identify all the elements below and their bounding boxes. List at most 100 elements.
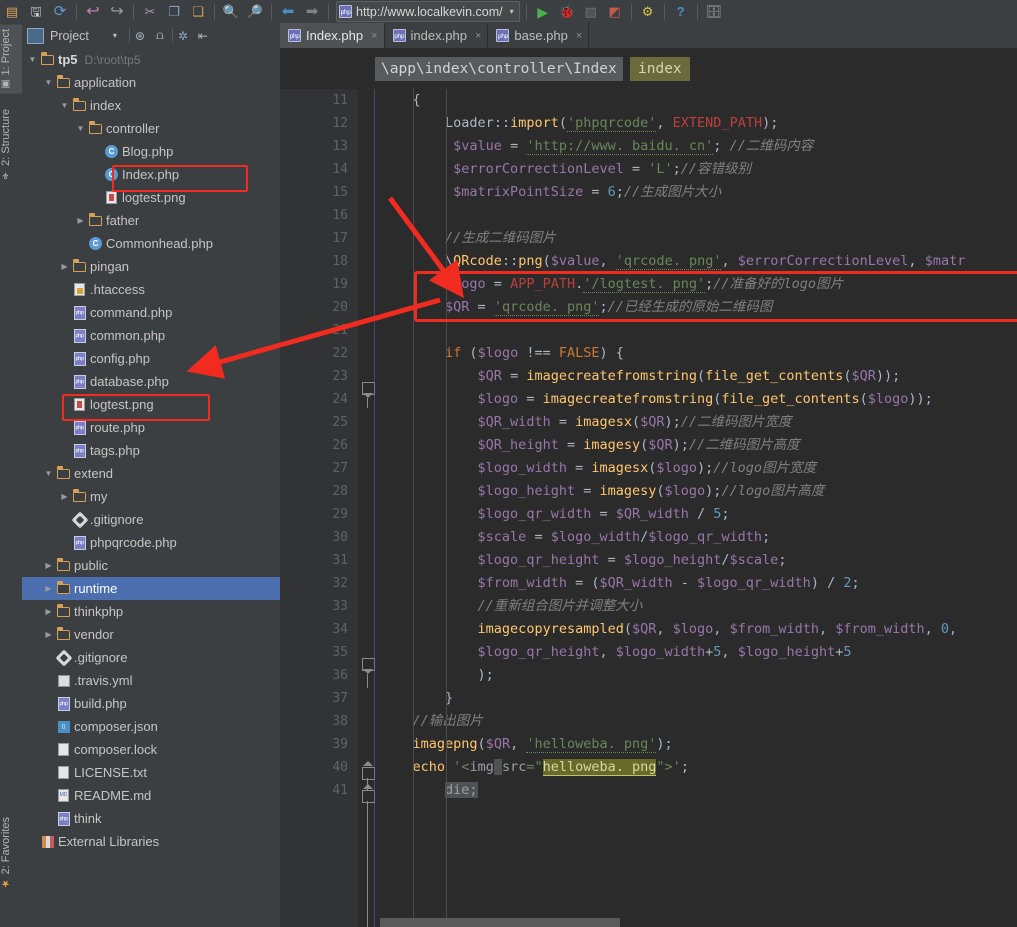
sync-refresh-icon[interactable]: ⟳ (49, 2, 71, 22)
tree-item-htaccess[interactable]: .htaccess (22, 278, 280, 301)
tree-item-command-php[interactable]: php command.php (22, 301, 280, 324)
close-icon[interactable]: × (472, 30, 481, 42)
tree-item-controller[interactable]: ▼ controller (22, 117, 280, 140)
tree-twisty[interactable]: ▶ (42, 630, 55, 639)
sidebar-item-project[interactable]: ▣ 1: Project (0, 25, 22, 94)
gear-icon[interactable]: ⚙ (637, 2, 659, 22)
save-all-icon[interactable]: 🖫 (25, 2, 47, 22)
tree-item-runtime[interactable]: ▶ runtime (22, 577, 280, 600)
sidebar-item-structure[interactable]: ⚘ 2: Structure (0, 105, 22, 184)
tree-item-blog-php[interactable]: C Blog.php (22, 140, 280, 163)
tree-twisty[interactable]: ▶ (58, 262, 71, 271)
tree-item-pingan[interactable]: ▶ pingan (22, 255, 280, 278)
tree-twisty[interactable]: ▶ (42, 607, 55, 616)
tree-item-phpqrcode-php[interactable]: php phpqrcode.php (22, 531, 280, 554)
code-lines[interactable]: { Loader::import('phpqrcode', EXTEND_PAT… (380, 89, 1017, 927)
tree-item-build-php[interactable]: php build.php (22, 692, 280, 715)
tab-label: Index.php (306, 28, 364, 43)
debug-button[interactable]: 🐞 (556, 2, 578, 22)
tree-twisty[interactable]: ▶ (42, 561, 55, 570)
profile-button[interactable]: ◩ (604, 2, 626, 22)
tree-item-external-libraries[interactable]: External Libraries (22, 830, 280, 853)
paste-icon[interactable]: ❏ (187, 2, 209, 22)
tree-twisty[interactable]: ▼ (42, 469, 55, 478)
tree-item-route-php[interactable]: php route.php (22, 416, 280, 439)
tree-twisty[interactable]: ▼ (42, 78, 55, 87)
tree-item-composer-json[interactable]: {} composer.json (22, 715, 280, 738)
line-number-31: 31 (332, 553, 348, 568)
open-folder-icon[interactable]: ▤ (1, 2, 23, 22)
redo-icon[interactable]: ↪ (106, 2, 128, 22)
tree-item-logtest-png[interactable]: logtest.png (22, 393, 280, 416)
chevron-down-icon[interactable]: ▾ (507, 7, 517, 16)
close-icon[interactable]: × (368, 30, 377, 42)
line-number-23: 23 (332, 369, 348, 384)
project-tree[interactable]: ▼ tp5 D:\root\tp5 ▼ application ▼ index ▼ contro… (22, 48, 280, 927)
tree-item-tp5[interactable]: ▼ tp5 D:\root\tp5 (22, 48, 280, 71)
tree-twisty[interactable]: ▶ (42, 584, 55, 593)
code-folding-column[interactable] (358, 89, 380, 927)
scrollbar-thumb[interactable] (380, 918, 620, 927)
tree-twisty[interactable]: ▶ (58, 492, 71, 501)
tab-index-php-upper[interactable]: php Index.php × (280, 23, 385, 48)
tree-item-config-php[interactable]: php config.php (22, 347, 280, 370)
tab-label: base.php (514, 28, 568, 43)
tree-twisty[interactable]: ▶ (74, 216, 87, 225)
tree-item-commonhead-php[interactable]: C Commonhead.php (22, 232, 280, 255)
tree-item-vendor[interactable]: ▶ vendor (22, 623, 280, 646)
tree-item-index[interactable]: ▼ index (22, 94, 280, 117)
tree-item-composer-lock[interactable]: composer.lock (22, 738, 280, 761)
tree-item-gitignore[interactable]: .gitignore (22, 508, 280, 531)
tree-item-thinkphp[interactable]: ▶ thinkphp (22, 600, 280, 623)
collapse-all-icon[interactable]: ⊛ (130, 29, 150, 43)
tree-item-logtest-png[interactable]: logtest.png (22, 186, 280, 209)
tab-index-php-lower[interactable]: php index.php × (385, 23, 489, 48)
sidebar-item-favorites[interactable]: ★ 2: Favorites (0, 813, 22, 893)
tree-item-common-php[interactable]: php common.php (22, 324, 280, 347)
undo-icon[interactable]: ↩ (82, 2, 104, 22)
tree-item-public[interactable]: ▶ public (22, 554, 280, 577)
tree-item-gitignore[interactable]: .gitignore (22, 646, 280, 669)
tree-twisty[interactable]: ▼ (58, 101, 71, 110)
back-icon[interactable]: ⬅ (277, 2, 299, 22)
tab-base-php[interactable]: php base.php × (488, 23, 590, 48)
hide-panel-icon[interactable]: ⇤ (193, 29, 213, 43)
tree-item-extend[interactable]: ▼ extend (22, 462, 280, 485)
tree-item-father[interactable]: ▶ father (22, 209, 280, 232)
tree-twisty[interactable]: ▼ (74, 124, 87, 133)
tree-item-readme-md[interactable]: README.md (22, 784, 280, 807)
code-editor[interactable]: 11 12 13 14 15 16 17 18 19 20 21 22 23 24 25 26 27 28 29 30… (280, 89, 1017, 927)
search-icon[interactable]: 🔍 (220, 2, 242, 22)
breadcrumb-method[interactable]: index (630, 57, 690, 81)
toolbar-separator (271, 3, 272, 20)
help-icon[interactable]: ? (670, 2, 692, 22)
deploy-icon[interactable]: 🗄 (703, 2, 725, 22)
tree-item-label: my (90, 489, 108, 504)
editor-horizontal-scrollbar[interactable] (380, 918, 1017, 927)
expand-all-icon[interactable]: ⩍ (150, 28, 170, 43)
gear-icon[interactable]: ✲ (173, 29, 193, 43)
folder-icon (57, 465, 70, 479)
forward-icon[interactable]: ➡ (301, 2, 323, 22)
coverage-button[interactable]: ▨ (580, 2, 602, 22)
line-number-15: 15 (332, 185, 348, 200)
tree-twisty[interactable]: ▼ (26, 55, 39, 64)
tree-item-index-php[interactable]: C Index.php (22, 163, 280, 186)
tree-item-license-txt[interactable]: LICENSE.txt (22, 761, 280, 784)
tree-item-application[interactable]: ▼ application (22, 71, 280, 94)
tree-item-travis-yml[interactable]: .travis.yml (22, 669, 280, 692)
method-scope-guide (374, 89, 375, 927)
find-usages-icon[interactable]: 🔎 (244, 2, 266, 22)
run-config-url[interactable]: php http://www.localkevin.com/ ▾ (336, 1, 520, 22)
tree-item-think[interactable]: php think (22, 807, 280, 830)
cut-icon[interactable]: ✂ (139, 2, 161, 22)
tree-item-tags-php[interactable]: php tags.php (22, 439, 280, 462)
copy-icon[interactable]: ❐ (163, 2, 185, 22)
close-icon[interactable]: × (573, 30, 582, 42)
run-button[interactable]: ▶ (532, 2, 554, 22)
chevron-down-icon[interactable]: ▾ (113, 31, 117, 40)
tree-item-database-php[interactable]: php database.php (22, 370, 280, 393)
favorites-tab-label: 2: Favorites (0, 817, 12, 875)
breadcrumb-namespace[interactable]: \app\index\controller\Index (375, 57, 623, 81)
tree-item-my[interactable]: ▶ my (22, 485, 280, 508)
